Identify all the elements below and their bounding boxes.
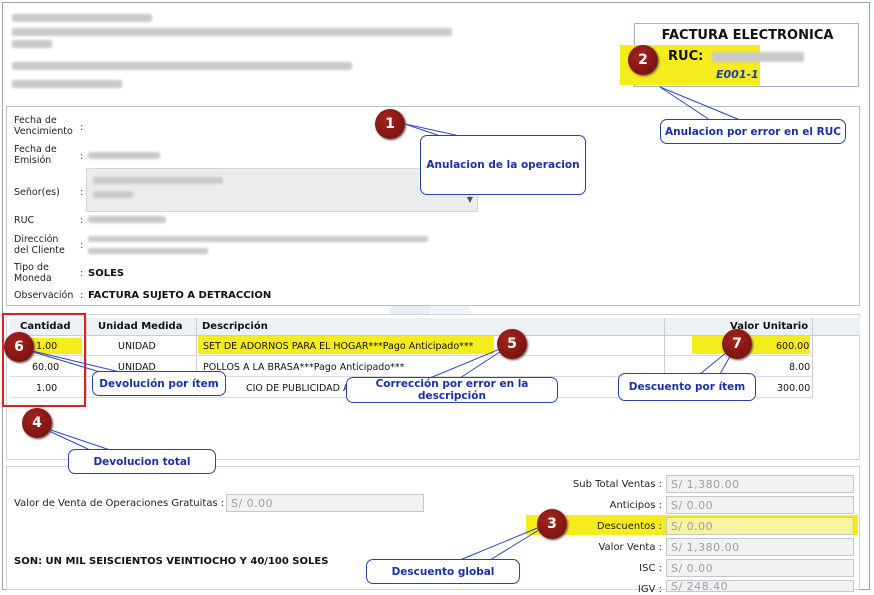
col-descripcion[interactable]: Descripción <box>202 321 268 332</box>
fecha-emision-value <box>88 152 160 159</box>
invoice-title: FACTURA ELECTRONICA <box>661 28 834 43</box>
tipo-moneda-label: Tipo de Moneda <box>14 262 52 284</box>
callout-devolucion-item: Devolución por ítem <box>92 371 226 396</box>
badge-4: 4 <box>22 408 52 438</box>
badge-7: 7 <box>722 329 752 359</box>
invoice-ruc-label: RUC: <box>668 49 704 64</box>
descuentos-field[interactable]: S/ 0.00 <box>666 517 854 535</box>
isc-field[interactable]: S/ 0.00 <box>666 559 854 577</box>
client-address-value <box>88 236 428 242</box>
son-text: SON: UN MIL SEISCIENTOS VEINTIOCHO Y 40/… <box>14 556 329 567</box>
observacion-value: FACTURA SUJETO A DETRACCION <box>88 290 272 301</box>
igv-label: IGV : <box>637 584 662 595</box>
client-ruc-value <box>88 216 166 223</box>
senor-label: Señor(es) <box>14 187 60 198</box>
direccion-label: Dirección del Cliente <box>14 234 65 256</box>
valor-venta-field[interactable]: S/ 1,380.00 <box>666 538 854 556</box>
callout-anulacion-ruc: Anulacion por error en el RUC <box>660 119 846 144</box>
col-unidad-medida[interactable]: Unidad Medida <box>98 321 182 332</box>
fecha-emision-label: Fecha de Emisión <box>14 144 57 166</box>
callout-anulacion-operacion: Anulacion de la operacion <box>420 135 586 195</box>
callout-correccion-descripcion: Corrección por error en la descripción <box>346 377 558 403</box>
badge-5: 5 <box>497 329 527 359</box>
isc-label: ISC : <box>639 563 662 574</box>
anticipos-label: Anticipos : <box>609 500 662 511</box>
descuentos-label: Descuentos : <box>596 521 662 532</box>
callout-devolucion-total: Devolucion total <box>68 449 216 474</box>
igv-field[interactable]: S/ 248.40 <box>666 580 854 592</box>
sub-total-label: Sub Total Ventas : <box>572 479 662 490</box>
badge-3: 3 <box>537 509 567 539</box>
badge-6: 6 <box>4 332 34 362</box>
chevron-down-icon[interactable]: ▼ <box>467 195 473 204</box>
anticipos-field[interactable]: S/ 0.00 <box>666 496 854 514</box>
tipo-moneda-value: SOLES <box>88 268 125 279</box>
valor-venta-label: Valor Venta : <box>598 542 662 553</box>
ruc-label: RUC <box>14 215 35 226</box>
observacion-label: Observación <box>14 290 74 301</box>
badge-2: 2 <box>628 45 658 75</box>
invoice-ruc-value <box>712 52 804 62</box>
callout-descuento-item: Descuento por ítem <box>618 373 756 401</box>
callout-descuento-global: Descuento global <box>366 559 520 584</box>
invoice-number: E001-1 <box>716 68 759 81</box>
badge-1: 1 <box>375 109 405 139</box>
gratuitas-field[interactable]: S/ 0.00 <box>226 494 424 512</box>
gratuitas-label: Valor de Venta de Operaciones Gratuitas … <box>14 498 225 509</box>
fecha-vencimiento-label: Fecha de Vencimiento <box>14 115 73 137</box>
sub-total-field[interactable]: S/ 1,380.00 <box>666 475 854 493</box>
